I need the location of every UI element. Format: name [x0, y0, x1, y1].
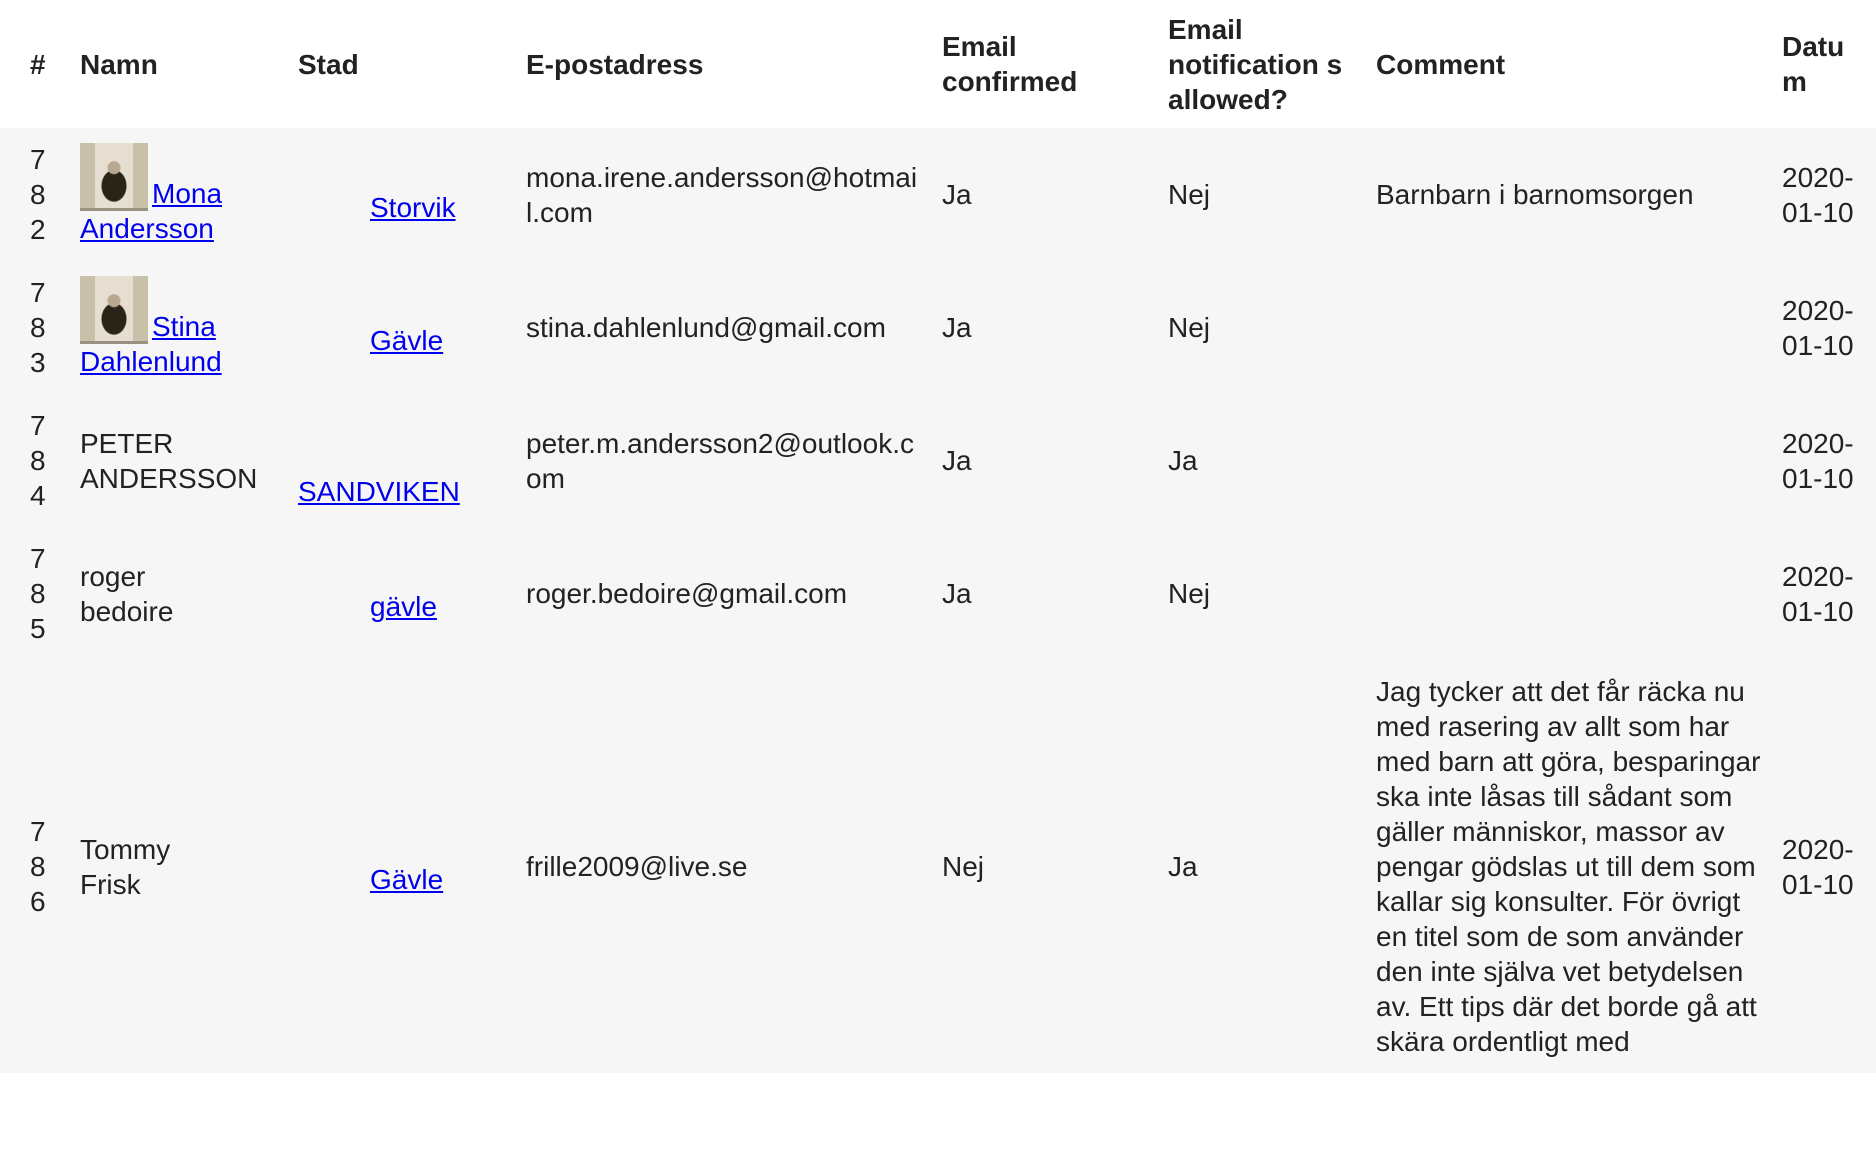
row-number: 785: [30, 543, 46, 644]
column-header-comment[interactable]: Comment: [1366, 0, 1772, 128]
notifications-allowed-cell: Ja: [1168, 445, 1198, 476]
name-cell: Tommy Frisk: [70, 660, 288, 1073]
city-cell: Gävle: [288, 261, 516, 394]
email-confirmed-cell: Ja: [942, 312, 972, 343]
email-confirmed-cell: Ja: [942, 578, 972, 609]
row-number-cell: 782: [0, 128, 70, 261]
signer-first-name[interactable]: Stina: [152, 311, 216, 342]
row-number-cell: 783: [0, 261, 70, 394]
city-name[interactable]: Gävle: [370, 864, 443, 895]
table-row: 784 PETER ANDERSSON SANDVIKEN peter.m.anders…: [0, 394, 1876, 527]
signer-last-name: Frisk: [80, 868, 141, 900]
signer-last-name: bedoire: [80, 595, 174, 627]
comment-cell: Jag tycker att det får räcka nu med rase…: [1376, 676, 1761, 1057]
date-cell: 2020-01-10: [1782, 161, 1854, 228]
page: # Namn Stad E-postadress Email confirmed…: [0, 0, 1876, 1163]
city-cell: gävle: [288, 527, 516, 660]
signer-first-name: PETER: [80, 427, 174, 459]
email-cell: frille2009@live.se: [526, 851, 748, 882]
column-header-date[interactable]: Datu m: [1772, 0, 1876, 128]
notifications-allowed-cell: Ja: [1168, 851, 1198, 882]
row-number: 784: [30, 410, 46, 511]
city-name[interactable]: Gävle: [370, 325, 443, 356]
email-cell: stina.dahlenlund@gmail.com: [526, 312, 886, 343]
city-link[interactable]: SANDVIKEN: [298, 439, 506, 509]
email-confirmed-cell: Nej: [942, 851, 985, 882]
table-row: 783 Stina Dahlenlund Gävle stina.dahlenlund@…: [0, 261, 1876, 394]
name-cell: roger bedoire: [70, 527, 288, 660]
comment-cell: [1366, 261, 1772, 394]
name-cell: Stina Dahlenlund: [70, 261, 288, 394]
table-row: 782 Mona Andersson Storvik mona.irene.anders…: [0, 128, 1876, 261]
avatar[interactable]: [80, 143, 148, 211]
date-cell: 2020-01-10: [1782, 560, 1854, 627]
city-link[interactable]: Gävle: [298, 323, 443, 358]
row-number-cell: 785: [0, 527, 70, 660]
email-cell: roger.bedoire@gmail.com: [526, 578, 848, 609]
table-row: 785 roger bedoire gävle roger.bedoire@gmail.…: [0, 527, 1876, 660]
notifications-allowed-cell: Nej: [1168, 312, 1211, 343]
city-cell: SANDVIKEN: [288, 394, 516, 527]
comment-cell: Barnbarn i barnomsorgen: [1376, 179, 1694, 210]
signer-last-name: ANDERSSON: [80, 462, 258, 494]
notifications-allowed-cell: Nej: [1168, 179, 1211, 210]
email-cell: peter.m.andersson2@outlook.com: [526, 427, 914, 494]
email-cell: mona.irene.andersson@hotmail.com: [526, 161, 918, 228]
row-number-cell: 784: [0, 394, 70, 527]
signer-name-link[interactable]: Stina Dahlenlund: [80, 276, 222, 377]
signer-name-link[interactable]: Mona Andersson: [80, 143, 222, 244]
email-confirmed-cell: Ja: [942, 179, 972, 210]
city-cell: Gävle: [288, 660, 516, 1073]
city-cell: Storvik: [288, 128, 516, 261]
date-cell: 2020-01-10: [1782, 294, 1854, 361]
row-number: 782: [30, 144, 46, 245]
city-link[interactable]: Storvik: [298, 190, 456, 225]
row-number-cell: 786: [0, 660, 70, 1073]
comment-cell: [1366, 527, 1772, 660]
column-header-email[interactable]: E-postadress: [516, 0, 932, 128]
name-cell: PETER ANDERSSON: [70, 394, 288, 527]
comment-cell: [1366, 394, 1772, 527]
row-number: 786: [30, 816, 46, 917]
date-cell: 2020-01-10: [1782, 427, 1854, 494]
date-cell: 2020-01-10: [1782, 833, 1854, 900]
name-cell: Mona Andersson: [70, 128, 288, 261]
city-link[interactable]: Gävle: [298, 862, 443, 897]
city-link[interactable]: gävle: [298, 589, 437, 624]
column-header-email-confirmed[interactable]: Email confirmed: [932, 0, 1158, 128]
city-name[interactable]: SANDVIKEN: [298, 476, 460, 507]
notifications-allowed-cell: Nej: [1168, 578, 1211, 609]
row-number: 783: [30, 277, 46, 378]
signer-last-name[interactable]: Dahlenlund: [80, 346, 222, 377]
signatures-table: # Namn Stad E-postadress Email confirmed…: [0, 0, 1876, 1073]
column-header-notifications-allowed[interactable]: Email notification s allowed?: [1158, 0, 1366, 128]
column-header-number[interactable]: #: [0, 0, 70, 128]
table-header-row: # Namn Stad E-postadress Email confirmed…: [0, 0, 1876, 128]
signer-last-name[interactable]: Andersson: [80, 213, 214, 244]
column-header-name[interactable]: Namn: [70, 0, 288, 128]
signer-first-name[interactable]: Mona: [152, 178, 222, 209]
signer-first-name: Tommy: [80, 833, 171, 865]
city-name[interactable]: Storvik: [370, 192, 456, 223]
avatar[interactable]: [80, 276, 148, 344]
table-row: 786 Tommy Frisk Gävle frille2009@live.se Nej J…: [0, 660, 1876, 1073]
table-body: 782 Mona Andersson Storvik mona.irene.anders…: [0, 128, 1876, 1073]
email-confirmed-cell: Ja: [942, 445, 972, 476]
signer-first-name: roger: [80, 560, 146, 592]
city-name[interactable]: gävle: [370, 591, 437, 622]
column-header-city[interactable]: Stad: [288, 0, 516, 128]
